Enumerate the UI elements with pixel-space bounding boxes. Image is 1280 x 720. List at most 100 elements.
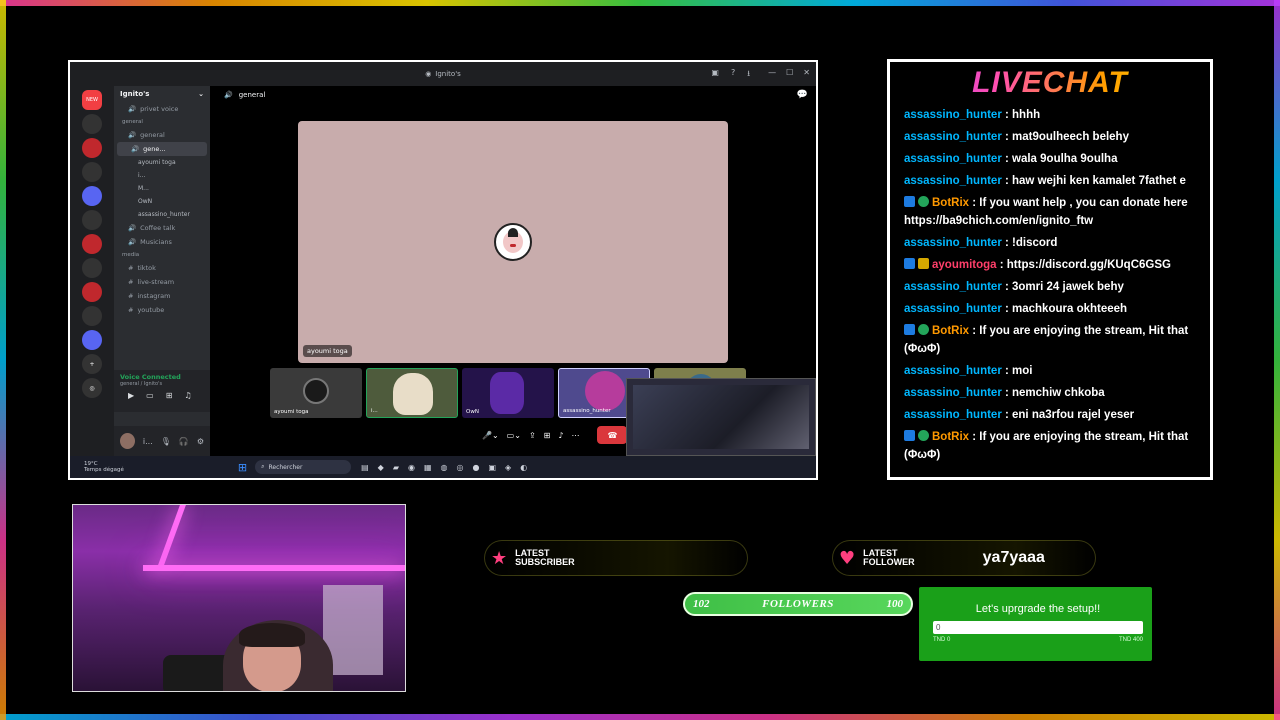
- folder-icon[interactable]: ▰: [393, 463, 399, 472]
- taskbar-search[interactable]: ⌕ Rechercher: [255, 460, 352, 474]
- participant-name: ayoumi toga: [274, 409, 309, 415]
- download-icon[interactable]: ⭳: [747, 68, 750, 82]
- server-icon-5[interactable]: [82, 210, 102, 230]
- discord-icon[interactable]: ◐: [520, 463, 527, 472]
- chat-username[interactable]: assassino_hunter: [904, 131, 1002, 143]
- inbox-icon[interactable]: ▣: [711, 68, 719, 82]
- microphone-icon[interactable]: 🎙: [161, 437, 171, 446]
- chat-username[interactable]: ayoumitoga: [932, 259, 997, 271]
- category-media[interactable]: media: [114, 249, 210, 261]
- app-icon[interactable]: ◆: [378, 463, 384, 472]
- chat-username[interactable]: assassino_hunter: [904, 237, 1002, 249]
- app-icon[interactable]: ▦: [424, 463, 432, 472]
- chat-username[interactable]: assassino_hunter: [904, 175, 1002, 187]
- channel-label: gene...: [143, 145, 166, 153]
- voice-user[interactable]: M...: [114, 182, 210, 195]
- server-icon-8[interactable]: [82, 282, 102, 302]
- crown-badge-icon: [918, 258, 929, 269]
- app-icon[interactable]: ◉: [408, 463, 415, 472]
- whatsapp-icon[interactable]: ◎: [457, 463, 464, 472]
- channel-item[interactable]: # live-stream: [114, 275, 210, 289]
- participant-tile[interactable]: i...: [366, 368, 458, 418]
- microphone-icon[interactable]: 🎤⌄: [482, 431, 499, 440]
- server-icon-2[interactable]: [82, 138, 102, 158]
- user-panel: i... 🎙 🎧 ⚙: [114, 426, 210, 456]
- spotify-icon[interactable]: ●: [473, 463, 480, 472]
- channel-item[interactable]: 🔊 general: [114, 128, 210, 142]
- server-icon-3[interactable]: [82, 162, 102, 182]
- help-icon[interactable]: ?: [731, 68, 735, 82]
- chat-username[interactable]: assassino_hunter: [904, 281, 1002, 293]
- chat-text: : hhhh: [1001, 109, 1041, 121]
- latest-subscriber: ★ LATEST SUBSCRIBER: [484, 540, 748, 576]
- close-button[interactable]: ✕: [803, 68, 810, 77]
- more-icon[interactable]: ⋯: [571, 431, 579, 440]
- channel-item[interactable]: 🔊 Coffee talk: [114, 221, 210, 235]
- soundboard-icon[interactable]: ♫: [184, 391, 191, 400]
- discord-window[interactable]: ◉ Ignito's ▣ ? ⭳ — ☐ ✕ NEW + ◎ Ignito's …: [68, 60, 818, 480]
- chat-username[interactable]: BotRix: [932, 431, 969, 443]
- voice-user[interactable]: i...: [114, 169, 210, 182]
- chat-bubble-icon[interactable]: 💬: [797, 90, 808, 100]
- disconnect-button[interactable]: ☎: [597, 426, 628, 444]
- taskview-icon[interactable]: ▤: [361, 463, 369, 472]
- chat-username[interactable]: assassino_hunter: [904, 303, 1002, 315]
- weather-widget[interactable]: 19°C Temps dégagé: [84, 461, 124, 473]
- avatar[interactable]: [120, 433, 135, 449]
- verified-badge-icon: [918, 430, 929, 441]
- windows-start-icon[interactable]: ⊞: [238, 461, 247, 474]
- chat-message: assassino_hunter : nemchiw chkoba: [904, 382, 1198, 404]
- voice-channel-sub[interactable]: general / Ignito's: [120, 381, 204, 387]
- server-icon-4[interactable]: [82, 186, 102, 206]
- speaker-tile[interactable]: ayoumi toga: [298, 121, 728, 363]
- channel-item[interactable]: 🔊 Musicians: [114, 235, 210, 249]
- channel-item-active[interactable]: 🔊 gene...: [117, 142, 207, 156]
- participant-tile[interactable]: ayoumi toga: [270, 368, 362, 418]
- screen-preview[interactable]: [626, 378, 816, 456]
- chat-username[interactable]: assassino_hunter: [904, 387, 1002, 399]
- add-server-icon[interactable]: +: [82, 354, 102, 374]
- minimize-button[interactable]: —: [768, 68, 776, 77]
- explore-icon[interactable]: ◎: [82, 378, 102, 398]
- speaker-icon: 🔊: [128, 238, 137, 246]
- server-icon-7[interactable]: [82, 258, 102, 278]
- camera-toggle-icon[interactable]: ▭⌄: [507, 431, 521, 440]
- soundboard-icon[interactable]: ♪: [558, 431, 563, 440]
- server-icon-9[interactable]: [82, 306, 102, 326]
- activities-icon[interactable]: ⊞: [166, 391, 173, 400]
- app-icon[interactable]: ◍: [441, 463, 448, 472]
- chat-username[interactable]: assassino_hunter: [904, 365, 1002, 377]
- gear-icon[interactable]: ⚙: [197, 437, 204, 446]
- channel-item[interactable]: 🔊 privet voice: [114, 102, 210, 116]
- chat-username[interactable]: BotRix: [932, 197, 969, 209]
- label-line: SUBSCRIBER: [515, 557, 575, 567]
- voice-user[interactable]: assassino_hunter: [114, 208, 210, 221]
- chat-message: assassino_hunter : wala 9oulha 9oulha: [904, 148, 1198, 170]
- chat-username[interactable]: BotRix: [932, 325, 969, 337]
- server-icon-1[interactable]: [82, 114, 102, 134]
- screen-share-icon[interactable]: ⇪: [529, 431, 536, 440]
- chat-username[interactable]: assassino_hunter: [904, 109, 1002, 121]
- app-icon[interactable]: ▣: [488, 463, 496, 472]
- voice-user[interactable]: ayoumi toga: [114, 156, 210, 169]
- headphones-icon[interactable]: 🎧: [179, 437, 189, 446]
- chat-username[interactable]: assassino_hunter: [904, 409, 1002, 421]
- activities-icon[interactable]: ⊞: [544, 431, 551, 440]
- channel-item[interactable]: # tiktok: [114, 261, 210, 275]
- participant-tile[interactable]: OwN: [462, 368, 554, 418]
- maximize-button[interactable]: ☐: [786, 68, 793, 77]
- channel-item[interactable]: # instagram: [114, 289, 210, 303]
- voice-user[interactable]: OwN: [114, 195, 210, 208]
- channel-label: Musicians: [140, 238, 172, 246]
- channel-item[interactable]: # youtube: [114, 303, 210, 317]
- server-icon-6[interactable]: [82, 234, 102, 254]
- voice-stage: 🔊 general 💬 ayoumi toga ayoumi toga i...…: [210, 86, 816, 456]
- follower-goal-label: FOLLOWERS: [762, 598, 834, 610]
- category-general[interactable]: general: [114, 116, 210, 128]
- server-icon-10[interactable]: [82, 330, 102, 350]
- guild-header[interactable]: Ignito's ⌄: [114, 86, 210, 102]
- app-icon[interactable]: ◈: [505, 463, 511, 472]
- chat-username[interactable]: assassino_hunter: [904, 153, 1002, 165]
- screen-share-icon[interactable]: ▭: [146, 391, 154, 400]
- camera-icon[interactable]: ▶: [128, 391, 134, 400]
